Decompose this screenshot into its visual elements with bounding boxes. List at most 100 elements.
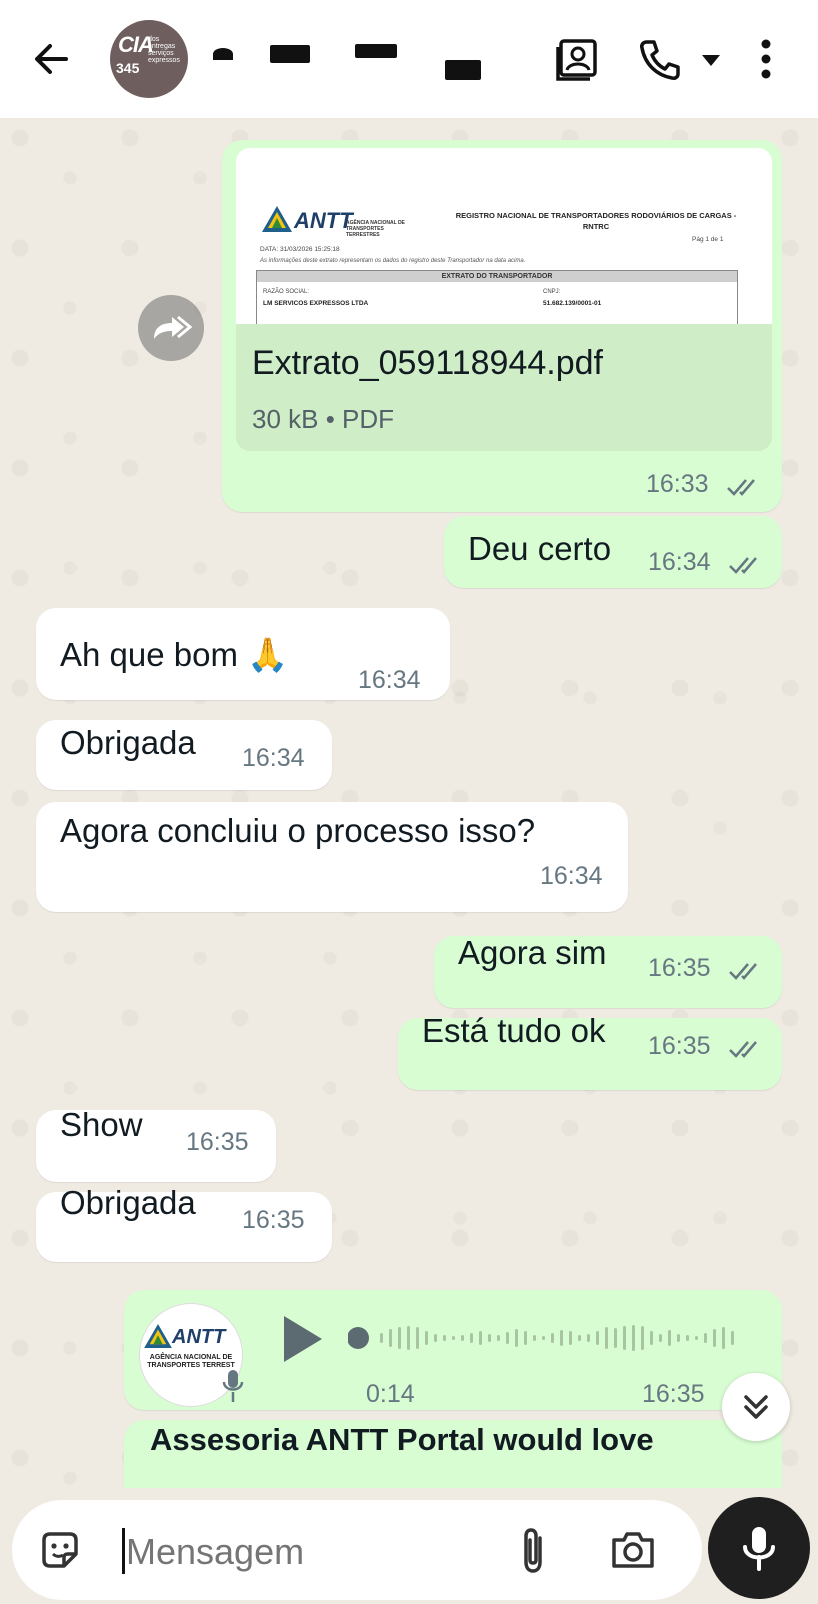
back-arrow-icon[interactable] — [30, 38, 72, 80]
pdf-preview[interactable]: ANTT AGÊNCIA NACIONAL DE TRANSPORTES TER… — [236, 148, 772, 324]
double-check-icon — [729, 1041, 757, 1058]
message-text: Ah que bom 🙏 — [60, 636, 289, 673]
preview-date: DATA: 31/03/2026 15:25:18 — [260, 246, 340, 253]
message-time: 16:35 — [242, 1206, 305, 1234]
waveform-bar — [713, 1329, 716, 1347]
double-chevron-down-icon — [744, 1395, 768, 1419]
scroll-to-bottom-button[interactable] — [722, 1373, 790, 1441]
sticker-button[interactable] — [38, 1528, 82, 1572]
waveform-bar — [470, 1333, 473, 1343]
waveform-bar — [416, 1327, 419, 1349]
paperclip-icon — [524, 1528, 542, 1573]
waveform-bar — [434, 1334, 437, 1342]
message-text: Agora concluiu o processo isso? — [60, 812, 536, 849]
play-button[interactable] — [282, 1314, 324, 1364]
preview-agency: AGÊNCIA NACIONAL DE TRANSPORTES TERRESTR… — [346, 220, 405, 238]
antt-logo-icon — [144, 1324, 172, 1348]
waveform-bar — [605, 1327, 608, 1349]
contact-avatar[interactable]: CIA dos entregas serviços expressos 345 — [110, 20, 188, 98]
double-check-icon — [727, 479, 755, 496]
attach-button[interactable] — [518, 1526, 548, 1576]
phone-call-icon[interactable] — [638, 38, 682, 82]
document-info[interactable]: Extrato_059118944.pdf 30 kB • PDF — [236, 324, 772, 451]
message-time: 16:33 — [646, 470, 709, 498]
document-filename: Extrato_059118944.pdf — [252, 344, 603, 382]
waveform-bar — [542, 1336, 545, 1340]
message-time: 16:35 — [642, 1380, 705, 1408]
preview-note: As informações deste extrato representam… — [260, 258, 526, 264]
more-options-icon[interactable] — [760, 38, 772, 80]
preview-table: EXTRATO DO TRANSPORTADOR RAZÃO SOCIAL: L… — [256, 270, 738, 324]
waveform-bar — [452, 1336, 455, 1340]
voice-waveform[interactable] — [348, 1316, 748, 1360]
waveform-bar — [461, 1335, 464, 1341]
preview-title: REGISTRO NACIONAL DE TRANSPORTADORES ROD… — [455, 211, 737, 231]
composer-bar — [0, 1488, 818, 1600]
message-text: Obrigada — [60, 724, 196, 761]
waveform-bar — [650, 1331, 653, 1345]
message-time: 16:34 — [648, 548, 711, 576]
waveform-bar — [668, 1330, 671, 1346]
waveform-bar — [560, 1330, 563, 1346]
contact-name-redacted[interactable] — [205, 40, 495, 85]
waveform-bar — [569, 1331, 572, 1345]
waveform-bar — [443, 1335, 446, 1341]
preview-section: EXTRATO DO TRANSPORTADOR — [257, 271, 737, 282]
waveform-bar — [506, 1332, 509, 1344]
waveform-bar — [731, 1331, 734, 1345]
waveform-bar — [578, 1335, 581, 1341]
waveform-bar — [515, 1329, 518, 1347]
forward-button[interactable] — [138, 295, 204, 361]
waveform-bar — [425, 1331, 428, 1345]
waveform-bar — [497, 1335, 500, 1341]
voice-record-button[interactable] — [708, 1497, 810, 1599]
message-time: 16:34 — [358, 666, 421, 694]
message-text: Assesoria ANTT Portal would love — [150, 1422, 654, 1457]
camera-button[interactable] — [610, 1530, 656, 1570]
waveform-bar — [587, 1334, 590, 1342]
voice-avatar-logo: ANTT — [172, 1326, 226, 1348]
forward-icon — [154, 315, 193, 339]
message-time: 16:35 — [648, 1032, 711, 1060]
call-dropdown-caret-icon[interactable] — [702, 54, 720, 66]
message-text: Está tudo ok — [422, 1012, 606, 1049]
antt-logo-icon — [262, 206, 292, 232]
waveform-bar — [686, 1335, 689, 1341]
preview-value-right: 51.682.139/0001-01 — [543, 300, 602, 307]
waveform-bar — [596, 1331, 599, 1345]
waveform-bar — [389, 1329, 392, 1347]
message-time: 16:35 — [648, 954, 711, 982]
waveform-bar — [641, 1326, 644, 1350]
waveform-position-dot — [348, 1327, 369, 1349]
waveform-bar — [524, 1331, 527, 1345]
camera-icon — [612, 1532, 654, 1568]
preview-value-left: LM SERVICOS EXPRESSOS LTDA — [263, 300, 369, 307]
waveform-bar — [488, 1334, 491, 1342]
waveform-bar — [659, 1334, 662, 1342]
waveform-bar — [623, 1326, 626, 1350]
contact-card-icon[interactable] — [556, 36, 602, 82]
play-icon — [284, 1316, 322, 1362]
sticker-icon — [42, 1532, 78, 1568]
message-text: Agora sim — [458, 934, 607, 971]
message-time: 16:34 — [540, 862, 603, 890]
waveform-bar — [380, 1333, 383, 1343]
message-time: 16:34 — [242, 744, 305, 772]
waveform-bar — [677, 1334, 680, 1342]
waveform-bar — [479, 1331, 482, 1345]
waveform-bar — [533, 1335, 536, 1341]
chat-area[interactable]: ANTT AGÊNCIA NACIONAL DE TRANSPORTES TER… — [0, 118, 818, 1488]
message-time: 16:35 — [186, 1128, 249, 1156]
message-text: Deu certo — [468, 530, 612, 567]
waveform-bar — [632, 1325, 635, 1351]
waveform-bar — [614, 1328, 617, 1348]
document-meta: 30 kB • PDF — [252, 404, 395, 434]
message-input-container[interactable] — [12, 1500, 702, 1600]
double-check-icon — [729, 963, 757, 980]
preview-label-right: CNPJ: — [543, 289, 561, 295]
preview-logo: ANTT — [294, 208, 353, 233]
double-check-icon — [729, 557, 757, 574]
chat-header: CIA dos entregas serviços expressos 345 — [0, 0, 818, 118]
message-input[interactable] — [124, 1524, 488, 1580]
waveform-bar — [551, 1333, 554, 1343]
